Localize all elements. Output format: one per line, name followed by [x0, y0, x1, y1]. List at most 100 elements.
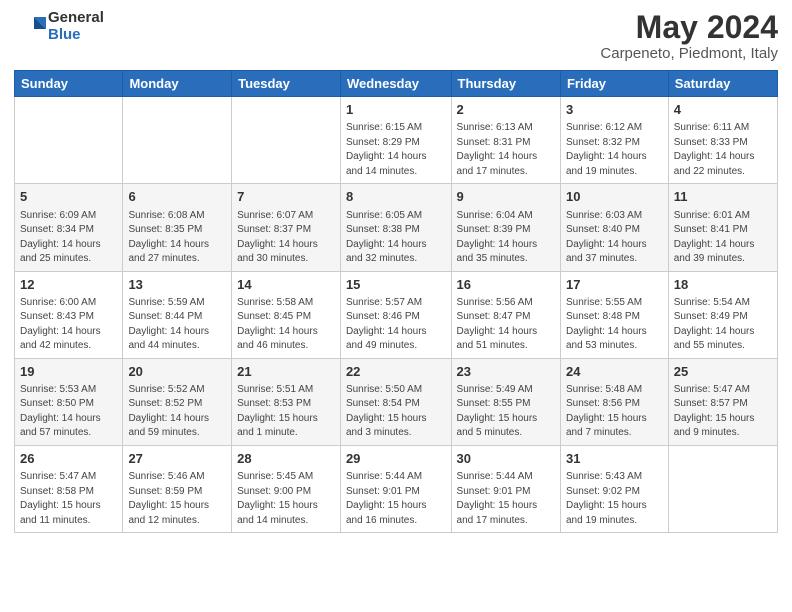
week-row-3: 12Sunrise: 6:00 AMSunset: 8:43 PMDayligh…: [15, 271, 778, 358]
day-number: 13: [128, 276, 226, 294]
day-number: 24: [566, 363, 663, 381]
day-cell-14: 14 Sunrise: 5:58 AMSunset: 8:45 PMDayligh…: [232, 271, 341, 358]
day-cell-1: 1 Sunrise: 6:15 AMSunset: 8:29 PMDaylight…: [340, 97, 451, 184]
day-number: 14: [237, 276, 335, 294]
day-number: 6: [128, 188, 226, 206]
day-cell-24: 24 Sunrise: 5:48 AMSunset: 8:56 PMDayligh…: [560, 358, 668, 445]
calendar-header-monday: Monday: [123, 71, 232, 97]
day-info: Sunrise: 5:50 AMSunset: 8:54 PMDaylight:…: [346, 383, 446, 441]
day-number: 2: [457, 101, 555, 119]
day-number: 5: [20, 188, 117, 206]
week-row-2: 5 Sunrise: 6:09 AMSunset: 8:34 PMDaylight…: [15, 184, 778, 271]
calendar-table: SundayMondayTuesdayWednesdayThursdayFrid…: [14, 70, 778, 533]
day-info: Sunrise: 6:08 AMSunset: 8:35 PMDaylight:…: [128, 209, 226, 267]
day-number: 17: [566, 276, 663, 294]
day-info: Sunrise: 5:45 AMSunset: 9:00 PMDaylight:…: [237, 470, 335, 528]
day-cell-12: 12Sunrise: 6:00 AMSunset: 8:43 PMDayligh…: [15, 271, 123, 358]
day-cell-23: 23 Sunrise: 5:49 AMSunset: 8:55 PMDayligh…: [451, 358, 560, 445]
day-cell-9: 9Sunrise: 6:04 AMSunset: 8:39 PMDaylight…: [451, 184, 560, 271]
day-cell-4: 4 Sunrise: 6:11 AMSunset: 8:33 PMDaylight…: [668, 97, 777, 184]
week-row-1: 1 Sunrise: 6:15 AMSunset: 8:29 PMDaylight…: [15, 97, 778, 184]
day-cell-25: 25 Sunrise: 5:47 AMSunset: 8:57 PMDayligh…: [668, 358, 777, 445]
day-number: 26: [20, 450, 117, 468]
page: General Blue May 2024 Carpeneto, Piedmon…: [0, 0, 792, 612]
calendar-header-thursday: Thursday: [451, 71, 560, 97]
day-number: 8: [346, 188, 446, 206]
day-info: Sunrise: 5:55 AMSunset: 8:48 PMDaylight:…: [566, 296, 663, 354]
day-info: Sunrise: 6:15 AMSunset: 8:29 PMDaylight:…: [346, 121, 446, 179]
day-cell-5: 5 Sunrise: 6:09 AMSunset: 8:34 PMDaylight…: [15, 184, 123, 271]
day-info: Sunrise: 5:53 AMSunset: 8:50 PMDaylight:…: [20, 383, 117, 441]
day-number: 15: [346, 276, 446, 294]
calendar-header-friday: Friday: [560, 71, 668, 97]
day-info: Sunrise: 5:43 AMSunset: 9:02 PMDaylight:…: [566, 470, 663, 528]
day-number: 11: [674, 188, 772, 206]
empty-cell: [15, 97, 123, 184]
day-info: Sunrise: 6:09 AMSunset: 8:34 PMDaylight:…: [20, 209, 117, 267]
day-number: 1: [346, 101, 446, 119]
day-number: 27: [128, 450, 226, 468]
header: General Blue May 2024 Carpeneto, Piedmon…: [14, 10, 778, 62]
empty-cell: [232, 97, 341, 184]
day-cell-17: 17 Sunrise: 5:55 AMSunset: 8:48 PMDayligh…: [560, 271, 668, 358]
calendar-header-wednesday: Wednesday: [340, 71, 451, 97]
day-info: Sunrise: 5:47 AMSunset: 8:57 PMDaylight:…: [674, 383, 772, 441]
logo-general: General: [48, 10, 104, 27]
day-number: 3: [566, 101, 663, 119]
day-info: Sunrise: 6:12 AMSunset: 8:32 PMDaylight:…: [566, 121, 663, 179]
day-cell-29: 29 Sunrise: 5:44 AMSunset: 9:01 PMDayligh…: [340, 445, 451, 532]
day-info: Sunrise: 6:03 AMSunset: 8:40 PMDaylight:…: [566, 209, 663, 267]
week-row-4: 19 Sunrise: 5:53 AMSunset: 8:50 PMDayligh…: [15, 358, 778, 445]
day-info: Sunrise: 6:11 AMSunset: 8:33 PMDaylight:…: [674, 121, 772, 179]
day-info: Sunrise: 6:01 AMSunset: 8:41 PMDaylight:…: [674, 209, 772, 267]
day-cell-18: 18 Sunrise: 5:54 AMSunset: 8:49 PMDayligh…: [668, 271, 777, 358]
day-info: Sunrise: 5:58 AMSunset: 8:45 PMDaylight:…: [237, 296, 335, 354]
logo: General Blue: [14, 10, 104, 43]
day-cell-6: 6 Sunrise: 6:08 AMSunset: 8:35 PMDaylight…: [123, 184, 232, 271]
day-info: Sunrise: 5:59 AMSunset: 8:44 PMDaylight:…: [128, 296, 226, 354]
day-cell-27: 27 Sunrise: 5:46 AMSunset: 8:59 PMDayligh…: [123, 445, 232, 532]
day-info: Sunrise: 5:54 AMSunset: 8:49 PMDaylight:…: [674, 296, 772, 354]
day-number: 10: [566, 188, 663, 206]
day-info: Sunrise: 5:48 AMSunset: 8:56 PMDaylight:…: [566, 383, 663, 441]
day-cell-10: 10 Sunrise: 6:03 AMSunset: 8:40 PMDayligh…: [560, 184, 668, 271]
day-number: 7: [237, 188, 335, 206]
day-info: Sunrise: 5:49 AMSunset: 8:55 PMDaylight:…: [457, 383, 555, 441]
subtitle: Carpeneto, Piedmont, Italy: [600, 45, 778, 62]
day-info: Sunrise: 6:13 AMSunset: 8:31 PMDaylight:…: [457, 121, 555, 179]
day-cell-7: 7Sunrise: 6:07 AMSunset: 8:37 PMDaylight…: [232, 184, 341, 271]
day-number: 30: [457, 450, 555, 468]
day-info: Sunrise: 5:51 AMSunset: 8:53 PMDaylight:…: [237, 383, 335, 441]
calendar-header-saturday: Saturday: [668, 71, 777, 97]
empty-cell: [123, 97, 232, 184]
day-cell-19: 19 Sunrise: 5:53 AMSunset: 8:50 PMDayligh…: [15, 358, 123, 445]
logo-icon: [14, 11, 46, 43]
day-info: Sunrise: 5:57 AMSunset: 8:46 PMDaylight:…: [346, 296, 446, 354]
day-info: Sunrise: 5:44 AMSunset: 9:01 PMDaylight:…: [346, 470, 446, 528]
title-block: May 2024 Carpeneto, Piedmont, Italy: [600, 10, 778, 62]
day-cell-16: 16Sunrise: 5:56 AMSunset: 8:47 PMDayligh…: [451, 271, 560, 358]
day-cell-11: 11 Sunrise: 6:01 AMSunset: 8:41 PMDayligh…: [668, 184, 777, 271]
day-cell-28: 28Sunrise: 5:45 AMSunset: 9:00 PMDayligh…: [232, 445, 341, 532]
day-cell-20: 20 Sunrise: 5:52 AMSunset: 8:52 PMDayligh…: [123, 358, 232, 445]
day-info: Sunrise: 5:46 AMSunset: 8:59 PMDaylight:…: [128, 470, 226, 528]
day-info: Sunrise: 5:44 AMSunset: 9:01 PMDaylight:…: [457, 470, 555, 528]
day-number: 16: [457, 276, 555, 294]
day-info: Sunrise: 5:52 AMSunset: 8:52 PMDaylight:…: [128, 383, 226, 441]
day-cell-30: 30 Sunrise: 5:44 AMSunset: 9:01 PMDayligh…: [451, 445, 560, 532]
day-cell-3: 3 Sunrise: 6:12 AMSunset: 8:32 PMDaylight…: [560, 97, 668, 184]
day-number: 9: [457, 188, 555, 206]
day-number: 29: [346, 450, 446, 468]
day-cell-21: 21Sunrise: 5:51 AMSunset: 8:53 PMDayligh…: [232, 358, 341, 445]
day-number: 18: [674, 276, 772, 294]
day-number: 19: [20, 363, 117, 381]
day-number: 23: [457, 363, 555, 381]
calendar-header-tuesday: Tuesday: [232, 71, 341, 97]
day-number: 4: [674, 101, 772, 119]
day-cell-31: 31 Sunrise: 5:43 AMSunset: 9:02 PMDayligh…: [560, 445, 668, 532]
day-number: 25: [674, 363, 772, 381]
day-cell-8: 8Sunrise: 6:05 AMSunset: 8:38 PMDaylight…: [340, 184, 451, 271]
main-title: May 2024: [600, 10, 778, 45]
day-number: 20: [128, 363, 226, 381]
day-number: 31: [566, 450, 663, 468]
